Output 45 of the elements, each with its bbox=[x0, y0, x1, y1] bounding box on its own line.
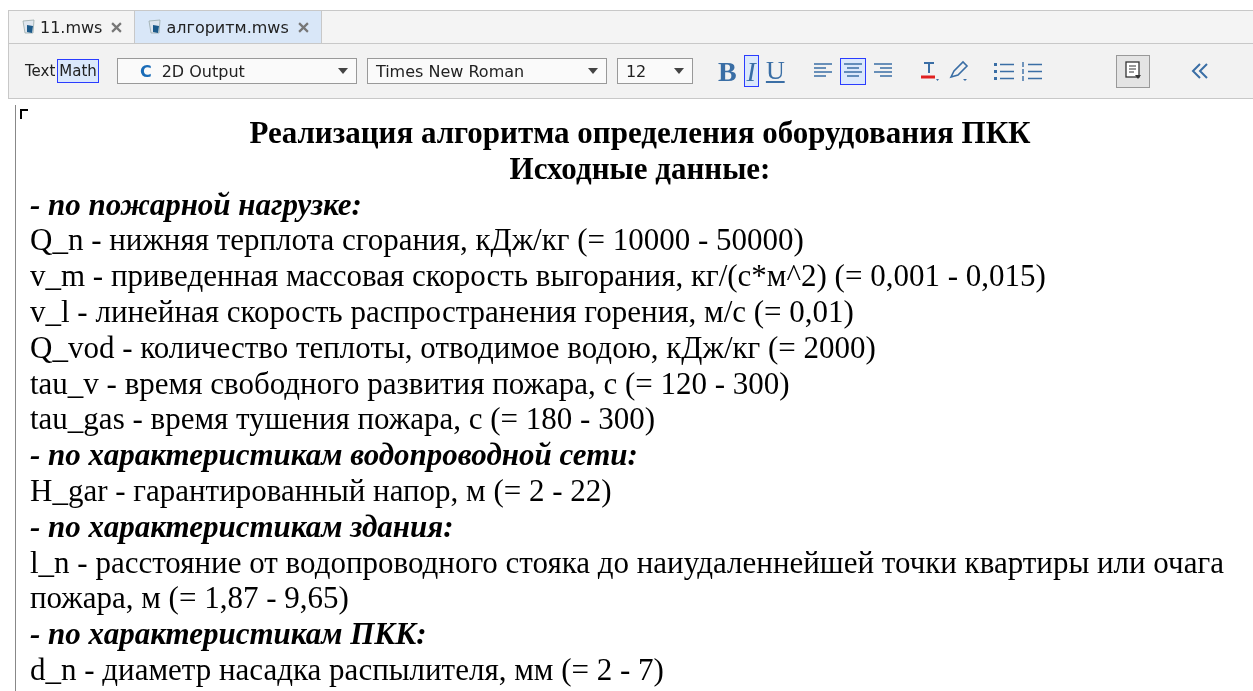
paragraph-text: Q_n - нижняя терплота сгорания, кДж/кг (= 10000 - 50000) bbox=[30, 222, 805, 259]
section-heading: - по пожарной нагрузке: bbox=[30, 186, 363, 223]
font-dropdown[interactable]: Times New Roman bbox=[366, 58, 607, 84]
paragraph-text: tau_v - время свободного развития пожара, с (= 120 - 300) bbox=[30, 365, 791, 402]
section-heading: - по характеристикам водопроводной сети: bbox=[30, 437, 639, 473]
caret-icon bbox=[673, 68, 684, 74]
document-view-button[interactable] bbox=[1115, 54, 1150, 88]
font-value: Times New Roman bbox=[375, 61, 526, 81]
style-letter: C bbox=[139, 61, 152, 81]
document-tab[interactable]: алгоритм.mws bbox=[135, 11, 322, 43]
mode-toggle[interactable]: Math bbox=[57, 59, 99, 83]
underline-button[interactable]: U bbox=[762, 55, 788, 87]
size-dropdown[interactable]: 12 bbox=[616, 58, 693, 84]
caret-icon bbox=[587, 68, 598, 74]
align-left-icon bbox=[812, 61, 833, 78]
style-dropdown[interactable]: C 2D Output bbox=[116, 58, 357, 84]
numbered-list-icon[interactable] bbox=[1019, 60, 1044, 82]
section-heading: - по характеристикам здания: bbox=[30, 508, 455, 545]
mode-toggle[interactable]: Text bbox=[23, 59, 58, 83]
paragraph-text: v_m - приведенная массовая скорость выгорания, кг/(с*м^2) (= 0,001 - 0,015) bbox=[30, 258, 1047, 294]
paragraph-text: Q_vod - количество теплоты, отводимое водою, кДж/кг (= 2000) bbox=[30, 329, 877, 366]
document-icon bbox=[21, 19, 37, 35]
paragraph-text: l_n - расстояние от водопроводного стояка до наиудаленнейшей точки квартиры или очага пожара, м (= 1,87 - 9,65) bbox=[30, 544, 1225, 617]
paragraph-text: H_gar - гарантированный напор, м (= 2 - 22) bbox=[30, 472, 613, 509]
close-icon[interactable] bbox=[297, 21, 309, 33]
align-center-icon bbox=[842, 61, 863, 78]
paragraph-text: d_n - диаметр насадка распылителя, мм (= 2 - 7) bbox=[30, 651, 665, 688]
bold-button[interactable]: B bbox=[714, 55, 740, 87]
align-right-icon bbox=[872, 61, 893, 78]
paragraph-text: v_l - линейная скорость распространения горения, м/с (= 0,01) bbox=[30, 294, 855, 330]
align-center-button[interactable] bbox=[839, 57, 866, 85]
size-value: 12 bbox=[625, 61, 648, 81]
chevron-icon[interactable] bbox=[1189, 61, 1210, 81]
paragraph-text: tau_gas - время тушения пожара, с (= 180 - 300) bbox=[30, 401, 656, 438]
caret-icon bbox=[337, 68, 348, 74]
section-heading: - по характеристикам ПКК: bbox=[30, 616, 428, 652]
heading-text: Реализация алгоритма определения оборудования ПКК bbox=[248, 115, 1032, 151]
heading-text: Исходные данные: bbox=[508, 150, 772, 187]
bracket-mark bbox=[20, 109, 28, 119]
style-value: 2D Output bbox=[161, 61, 246, 81]
close-icon[interactable] bbox=[111, 21, 123, 33]
italic-button[interactable]: I bbox=[743, 55, 759, 87]
document-icon bbox=[1122, 59, 1143, 80]
bullet-list-icon[interactable] bbox=[991, 60, 1016, 82]
document-icon bbox=[147, 19, 164, 35]
